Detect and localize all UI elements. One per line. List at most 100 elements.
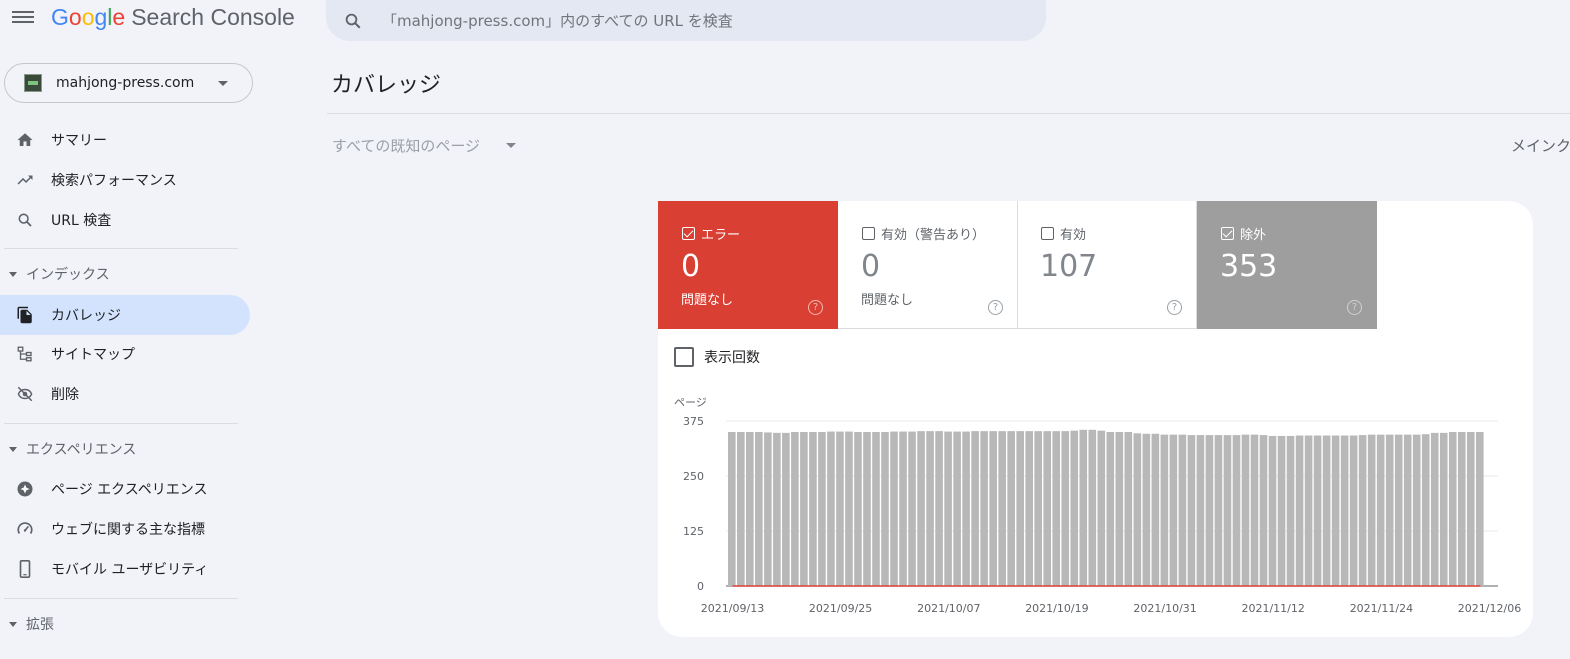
bar-excluded bbox=[1061, 431, 1070, 586]
sidebar-item-sitemaps[interactable]: サイトマップ bbox=[0, 334, 250, 374]
search-icon bbox=[15, 210, 35, 230]
sidebar-divider bbox=[4, 248, 238, 249]
bar-excluded bbox=[827, 431, 835, 586]
bar-excluded bbox=[1052, 431, 1061, 586]
search-icon[interactable] bbox=[344, 12, 362, 30]
tile-error[interactable]: エラー 0 問題なし ? bbox=[658, 201, 838, 329]
tile-label: 有効 bbox=[1060, 228, 1087, 243]
page-filter-dropdown[interactable]: すべての既知のページ bbox=[332, 135, 517, 156]
impressions-checkbox[interactable] bbox=[674, 347, 694, 367]
x-tick-label: 2021/10/07 bbox=[917, 602, 980, 615]
bar-excluded bbox=[980, 431, 988, 586]
bar-excluded bbox=[773, 432, 781, 586]
star-badge-icon bbox=[15, 479, 35, 499]
bar-excluded bbox=[962, 431, 970, 586]
help-icon[interactable]: ? bbox=[1347, 300, 1362, 315]
bar-excluded bbox=[746, 432, 754, 586]
caret-down-icon bbox=[9, 446, 17, 452]
coverage-card: エラー 0 問題なし ? 有効（警告あり） 0 問題なし ? 有効 107 ? … bbox=[658, 201, 1533, 637]
property-selector[interactable]: mahjong-press.com bbox=[4, 63, 253, 103]
sidebar-item-mobile-usability[interactable]: モバイル ユーザビリティ bbox=[0, 549, 250, 589]
bar-excluded bbox=[1079, 429, 1088, 586]
sidebar-item-summary[interactable]: サマリー bbox=[0, 120, 250, 160]
bar-excluded bbox=[1223, 435, 1232, 586]
impressions-toggle[interactable]: 表示回数 bbox=[674, 347, 760, 367]
sidebar-item-label: モバイル ユーザビリティ bbox=[51, 562, 209, 578]
url-inspection-search-bar[interactable] bbox=[326, 0, 1046, 41]
sidebar-section-index[interactable]: インデックス bbox=[0, 263, 110, 285]
trending-up-icon bbox=[15, 170, 35, 190]
bar-excluded bbox=[1412, 434, 1421, 586]
sidebar-section-label: エクスペリエンス bbox=[26, 442, 137, 458]
title-divider bbox=[327, 113, 1570, 114]
bar-excluded bbox=[1457, 432, 1466, 586]
bar-excluded bbox=[899, 431, 907, 586]
tile-checkbox[interactable] bbox=[862, 227, 875, 240]
bar-excluded bbox=[1151, 433, 1160, 586]
sidebar-item-coverage[interactable]: カバレッジ bbox=[0, 295, 250, 335]
tile-checkbox[interactable] bbox=[1221, 227, 1234, 240]
logo-letter: e bbox=[112, 4, 126, 30]
sidebar-item-removals[interactable]: 削除 bbox=[0, 374, 250, 414]
sidebar-section-enhancements[interactable]: 拡張 bbox=[0, 613, 54, 635]
x-tick-label: 2021/11/24 bbox=[1350, 602, 1413, 615]
bar-excluded bbox=[1439, 432, 1448, 586]
bar-excluded bbox=[1322, 435, 1331, 586]
tile-subtext: 問題なし bbox=[681, 293, 734, 308]
y-tick-label: 0 bbox=[697, 580, 704, 593]
bar-excluded bbox=[1394, 434, 1403, 586]
bar-excluded bbox=[1196, 435, 1205, 586]
bar-excluded bbox=[791, 432, 799, 586]
bar-excluded bbox=[1169, 434, 1178, 586]
bar-excluded bbox=[1142, 433, 1151, 586]
tile-checkbox[interactable] bbox=[1041, 227, 1054, 240]
sidebar-item-url-inspection[interactable]: URL 検査 bbox=[0, 200, 250, 240]
sitemap-icon bbox=[15, 344, 35, 364]
bar-excluded bbox=[818, 432, 826, 586]
tile-label: エラー bbox=[701, 228, 741, 243]
search-console-logo[interactable]: Google Search Console bbox=[51, 4, 295, 31]
bar-excluded bbox=[1250, 434, 1259, 586]
tile-valid[interactable]: 有効 107 ? bbox=[1017, 201, 1197, 329]
x-tick-label: 2021/10/19 bbox=[1025, 602, 1088, 615]
bar-excluded bbox=[800, 432, 808, 586]
sidebar-section-experience[interactable]: エクスペリエンス bbox=[0, 438, 136, 460]
x-tick-label: 2021/10/31 bbox=[1133, 602, 1196, 615]
caret-down-icon bbox=[9, 271, 17, 277]
visibility-off-icon bbox=[15, 384, 35, 404]
sidebar-item-performance[interactable]: 検索パフォーマンス bbox=[0, 160, 250, 200]
tile-valid-with-warnings[interactable]: 有効（警告あり） 0 問題なし ? bbox=[838, 201, 1018, 329]
sidebar-item-page-experience[interactable]: ページ エクスペリエンス bbox=[0, 469, 250, 509]
bar-excluded bbox=[935, 431, 943, 586]
bar-excluded bbox=[728, 432, 736, 586]
bar-excluded bbox=[1097, 430, 1106, 586]
main-menu-icon[interactable] bbox=[12, 8, 34, 26]
help-icon[interactable]: ? bbox=[808, 300, 823, 315]
bar-excluded bbox=[1034, 431, 1043, 586]
impressions-label: 表示回数 bbox=[704, 350, 760, 366]
bar-excluded bbox=[755, 432, 763, 586]
help-icon[interactable]: ? bbox=[988, 300, 1003, 315]
bar-excluded bbox=[1286, 435, 1295, 586]
bar-excluded bbox=[1187, 435, 1196, 586]
logo-letter: G bbox=[51, 4, 69, 30]
bar-excluded bbox=[953, 431, 961, 586]
bar-excluded bbox=[1403, 434, 1412, 586]
bar-excluded bbox=[1385, 434, 1394, 586]
bar-excluded bbox=[845, 431, 853, 586]
url-inspection-input[interactable] bbox=[382, 11, 1002, 30]
bar-excluded bbox=[1043, 431, 1052, 586]
tile-subtext: 問題なし bbox=[861, 293, 914, 308]
tile-checkbox[interactable] bbox=[682, 227, 695, 240]
bar-excluded bbox=[1376, 434, 1385, 586]
bar-excluded bbox=[782, 432, 790, 586]
bar-excluded bbox=[1349, 435, 1358, 586]
page-title: カバレッジ bbox=[331, 73, 442, 98]
bar-excluded bbox=[863, 432, 871, 586]
y-tick-label: 375 bbox=[683, 415, 704, 428]
help-icon[interactable]: ? bbox=[1167, 300, 1182, 315]
sidebar-item-core-web-vitals[interactable]: ウェブに関する主な指標 bbox=[0, 509, 250, 549]
tile-excluded[interactable]: 除外 353 ? bbox=[1197, 201, 1377, 329]
chevron-down-icon bbox=[218, 81, 228, 86]
bar-excluded bbox=[908, 431, 916, 586]
